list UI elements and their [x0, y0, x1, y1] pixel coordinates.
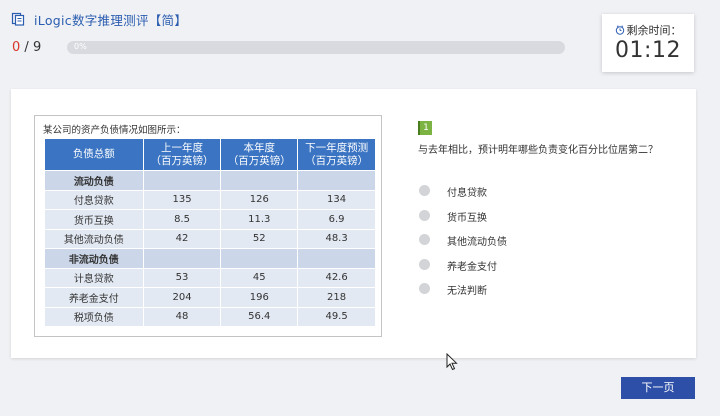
row-label: 非流动负债 [44, 248, 144, 269]
table-row: 其他流动负债 42 52 48.3 [44, 228, 376, 249]
header-line: （百万英镑） [305, 154, 369, 167]
row-label: 付息贷款 [44, 189, 144, 210]
header-line: （百万英镑） [150, 154, 214, 167]
mouse-pointer-icon [446, 353, 458, 371]
table-cell: 42.6 [297, 267, 376, 288]
app-title: iLogic数字推理测评【简】 [34, 13, 188, 28]
row-label: 税项负债 [44, 306, 144, 327]
table-cell: 45 [220, 267, 299, 288]
data-table-panel: 某公司的资产负债情况如图所示： 负债总额 上一年度 （百万英镑） 本年度 （百万英镑）下… [34, 115, 382, 337]
table-row: 货币互换 8.5 11.3 6.9 [44, 209, 376, 230]
table-header-cell: 负债总额 [44, 138, 144, 171]
answer-option[interactable]: 无法判断 [419, 282, 619, 297]
table-cell: 218 [297, 287, 376, 308]
progress-separator: / [24, 40, 33, 55]
radio-button[interactable] [419, 283, 430, 294]
table-cell [142, 248, 222, 269]
question-number-badge: 1 [418, 121, 432, 135]
answer-option[interactable]: 付息贷款 [419, 184, 619, 199]
answer-option[interactable]: 货币互换 [419, 209, 619, 224]
table-cell: 49.5 [297, 306, 376, 327]
table-header-row: 负债总额 上一年度 （百万英镑） 本年度 （百万英镑） 下一年度预测 （百万英镑） [44, 138, 376, 171]
radio-button[interactable] [419, 234, 430, 245]
table-cell: 8.5 [142, 209, 222, 230]
answer-option-label: 养老金支付 [447, 261, 497, 273]
timer-label-row: 剩余时间： [602, 22, 694, 38]
header-line: 负债总额 [72, 148, 115, 160]
clock-icon [615, 25, 624, 35]
table-cell [297, 170, 376, 191]
next-page-button[interactable]: 下一页 [621, 377, 695, 399]
table-cell: 56.4 [220, 306, 299, 327]
table-cell: 135 [142, 189, 222, 210]
table-caption: 某公司的资产负债情况如图所示： [43, 125, 186, 136]
answer-option-label: 货币互换 [447, 212, 487, 224]
radio-button[interactable] [419, 258, 430, 270]
table-header-cell: 下一年度预测 （百万英镑） [297, 138, 376, 171]
table-section-row: 流动负债 [44, 170, 376, 191]
radio-button[interactable] [419, 185, 430, 196]
table-row: 税项负债 48 56.4 49.5 [44, 306, 376, 327]
answer-option[interactable]: 养老金支付 [419, 258, 619, 273]
question-text: 与去年相比，预计明年哪些负责变化百分比位居第二？ [418, 145, 658, 156]
row-label: 计息贷款 [44, 267, 144, 288]
table-cell: 53 [142, 267, 222, 288]
table-cell [220, 170, 299, 191]
table-cell: 126 [220, 189, 299, 210]
header-line: 本年度 [243, 141, 276, 154]
answer-option-label: 无法判断 [447, 286, 487, 297]
progress-count: 0 / 9 [12, 40, 41, 55]
row-label: 流动负债 [44, 170, 144, 191]
row-label: 货币互换 [44, 209, 144, 230]
radio-button[interactable] [419, 209, 430, 221]
question-card: 某公司的资产负债情况如图所示： 负债总额 上一年度 （百万英镑） 本年度 （百万英镑）下… [11, 89, 696, 358]
table-row: 付息贷款 135 126 134 [44, 189, 376, 210]
table-cell: 48.3 [297, 228, 376, 249]
header-line: 上一年度 [161, 141, 204, 154]
table-cell: 52 [220, 228, 299, 249]
timer-panel: 剩余时间： 01:12 [602, 14, 694, 72]
table-cell: 11.3 [220, 209, 299, 230]
timer-value: 01:12 [615, 38, 681, 63]
table-header-cell: 本年度 （百万英镑） [220, 138, 299, 171]
table-cell: 42 [142, 228, 222, 249]
answer-option-label: 付息贷款 [447, 188, 487, 199]
header-line: 下一年度预测 [305, 141, 369, 154]
table-cell: 48 [142, 306, 222, 327]
progress-bar: 0% [67, 41, 565, 54]
timer-label: 剩余时间： [626, 24, 682, 37]
table-section-row: 非流动负债 [44, 248, 376, 269]
table-row: 计息贷款 53 45 42.6 [44, 267, 376, 288]
row-label: 养老金支付 [44, 287, 144, 308]
table-cell: 134 [297, 189, 376, 210]
table-cell: 204 [142, 287, 222, 308]
progress-current: 0 [12, 40, 21, 55]
answer-option-label: 其他流动负债 [447, 237, 507, 248]
progress-total: 9 [32, 40, 42, 55]
table-cell [142, 170, 222, 191]
header-line: （百万英镑） [227, 154, 291, 167]
table-row: 养老金支付 204 196 218 [44, 287, 376, 308]
table-cell [220, 248, 299, 269]
table-cell: 196 [220, 287, 299, 308]
liabilities-table: 负债总额 上一年度 （百万英镑） 本年度 （百万英镑） 下一年度预测 （百万英镑） 流动负债… [44, 138, 376, 327]
document-icon [11, 12, 25, 26]
table-cell [297, 248, 376, 269]
progress-percent: 0% [74, 42, 87, 51]
table-cell: 6.9 [297, 209, 376, 230]
table-header-cell: 上一年度 （百万英镑） [142, 138, 222, 171]
answer-option[interactable]: 其他流动负债 [419, 233, 619, 248]
row-label: 其他流动负债 [44, 228, 144, 249]
